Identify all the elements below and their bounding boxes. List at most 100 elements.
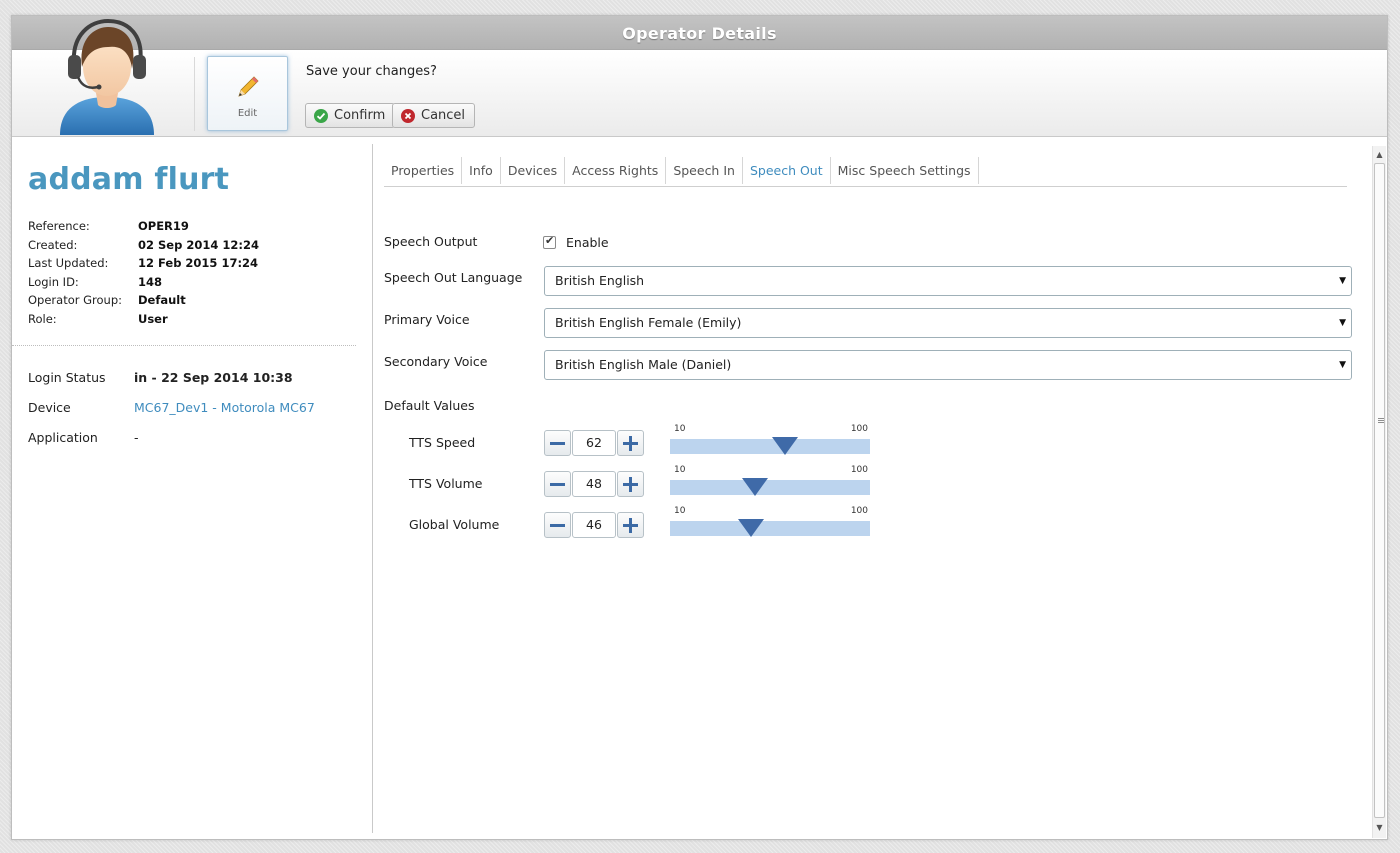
global-volume-value[interactable]: 46 [572, 512, 616, 538]
tts-volume-row: TTS Volume 48 10 100 [384, 465, 944, 501]
status-row-login: Login Status in - 22 Sep 2014 10:38 [28, 370, 315, 400]
detail-label: Operator Group: [28, 293, 123, 308]
status-row-device: Device MC67_Dev1 - Motorola MC67 [28, 400, 315, 430]
operator-details-window: Operator Details Edit Save your changes?… [11, 15, 1388, 840]
vertical-scrollbar[interactable]: ▲ ▼ [1372, 146, 1386, 838]
detail-row-created: Created: 02 Sep 2014 12:24 [28, 238, 259, 257]
scroll-up-arrow-icon[interactable]: ▲ [1373, 148, 1386, 162]
detail-value: User [138, 311, 168, 326]
detail-label: Login ID: [28, 274, 79, 289]
global-volume-slider[interactable]: 10 100 [670, 503, 870, 538]
panel-divider [12, 345, 356, 346]
detail-row-operator-group: Operator Group: Default [28, 293, 259, 312]
confirm-button[interactable]: Confirm [305, 103, 396, 128]
status-label: Device [28, 400, 71, 415]
detail-value: OPER19 [138, 219, 189, 233]
speech-out-language-select[interactable]: British English ▼ [544, 266, 1352, 296]
check-circle-icon [314, 108, 328, 123]
minus-icon [550, 442, 565, 445]
global-volume-row: Global Volume 46 10 100 [384, 506, 944, 542]
window-title: Operator Details [622, 24, 777, 43]
detail-value: Default [138, 293, 186, 308]
detail-label: Last Updated: [28, 256, 109, 271]
detail-row-reference: Reference: OPER19 [28, 219, 259, 238]
title-bar: Operator Details [12, 16, 1387, 50]
detail-value: 02 Sep 2014 12:24 [138, 237, 259, 252]
global-volume-increment-button[interactable] [617, 512, 644, 538]
tts-speed-decrement-button[interactable] [544, 430, 571, 456]
slider-min-label: 10 [674, 465, 686, 475]
tts-volume-value[interactable]: 48 [572, 471, 616, 497]
slider-track [670, 439, 870, 454]
tab-bar: Properties Info Devices Access Rights Sp… [384, 157, 1347, 187]
primary-voice-selected-value: British English Female (Emily) [555, 315, 742, 330]
primary-voice-label: Primary Voice [384, 312, 470, 327]
x-circle-icon [401, 108, 415, 123]
slider-thumb[interactable] [738, 519, 764, 537]
status-value: - [134, 430, 139, 445]
tts-volume-slider[interactable]: 10 100 [670, 462, 870, 497]
tab-speech-in[interactable]: Speech In [666, 157, 743, 184]
tab-speech-out[interactable]: Speech Out [743, 157, 831, 184]
tts-speed-label: TTS Speed [409, 435, 476, 450]
tab-devices[interactable]: Devices [501, 157, 566, 184]
operator-details-list: Reference: OPER19 Created: 02 Sep 2014 1… [28, 219, 259, 331]
detail-label: Role: [28, 311, 57, 326]
detail-value: 148 [138, 274, 163, 289]
tab-misc-speech-settings[interactable]: Misc Speech Settings [831, 157, 979, 184]
pencil-icon [238, 76, 259, 97]
tab-info[interactable]: Info [462, 157, 501, 184]
confirm-label: Confirm [334, 108, 386, 123]
chevron-down-icon: ▼ [1339, 318, 1346, 328]
slider-max-label: 100 [850, 506, 868, 516]
primary-voice-select[interactable]: British English Female (Emily) ▼ [544, 308, 1352, 338]
slider-track [670, 480, 870, 495]
chevron-down-icon: ▼ [1339, 360, 1346, 370]
edit-button[interactable]: Edit [207, 56, 288, 131]
scrollbar-thumb[interactable] [1374, 163, 1385, 818]
operator-name: addam flurt [28, 162, 230, 197]
global-volume-decrement-button[interactable] [544, 512, 571, 538]
tab-access-rights[interactable]: Access Rights [565, 157, 667, 184]
enable-option: Enable [543, 234, 609, 250]
tts-speed-slider[interactable]: 10 100 [670, 421, 870, 456]
detail-row-last-updated: Last Updated: 12 Feb 2015 17:24 [28, 256, 259, 275]
default-values-label: Default Values [384, 398, 475, 413]
tab-properties[interactable]: Properties [384, 157, 463, 184]
device-link[interactable]: MC67_Dev1 - Motorola MC67 [134, 400, 315, 430]
tts-volume-decrement-button[interactable] [544, 471, 571, 497]
enable-checkbox[interactable] [543, 234, 556, 249]
detail-label: Reference: [28, 219, 90, 233]
detail-row-role: Role: User [28, 312, 259, 331]
speech-out-panel: Properties Info Devices Access Rights Sp… [384, 138, 1369, 839]
tts-speed-increment-button[interactable] [617, 430, 644, 456]
secondary-voice-selected-value: British English Male (Daniel) [555, 357, 732, 372]
speech-out-language-label: Speech Out Language [384, 270, 523, 285]
secondary-voice-select[interactable]: British English Male (Daniel) ▼ [544, 350, 1352, 380]
cancel-label: Cancel [421, 108, 466, 123]
pane-separator [372, 144, 373, 833]
status-label: Login Status [28, 370, 106, 385]
slider-max-label: 100 [850, 465, 868, 475]
status-label: Application [28, 430, 98, 445]
operator-status-list: Login Status in - 22 Sep 2014 10:38 Devi… [28, 370, 315, 460]
slider-track [670, 521, 870, 536]
secondary-voice-label: Secondary Voice [384, 354, 488, 369]
operator-headset-avatar-icon [52, 17, 162, 137]
detail-row-login-id: Login ID: 148 [28, 275, 259, 294]
enable-label: Enable [566, 235, 609, 250]
scroll-down-arrow-icon[interactable]: ▼ [1373, 821, 1386, 835]
cancel-button[interactable]: Cancel [392, 103, 476, 128]
slider-min-label: 10 [674, 424, 686, 434]
edit-button-label: Edit [237, 108, 258, 119]
toolbar: Edit Save your changes? Confirm Cancel [12, 18, 1387, 137]
status-row-application: Application - [28, 430, 315, 460]
speech-output-label: Speech Output [384, 234, 478, 249]
tts-speed-row: TTS Speed 62 10 100 [384, 424, 944, 460]
tts-speed-value[interactable]: 62 [572, 430, 616, 456]
detail-value: 12 Feb 2015 17:24 [138, 256, 259, 271]
slider-thumb[interactable] [771, 437, 798, 455]
tts-volume-increment-button[interactable] [617, 471, 644, 497]
detail-label: Created: [28, 237, 78, 252]
slider-thumb[interactable] [742, 478, 769, 496]
